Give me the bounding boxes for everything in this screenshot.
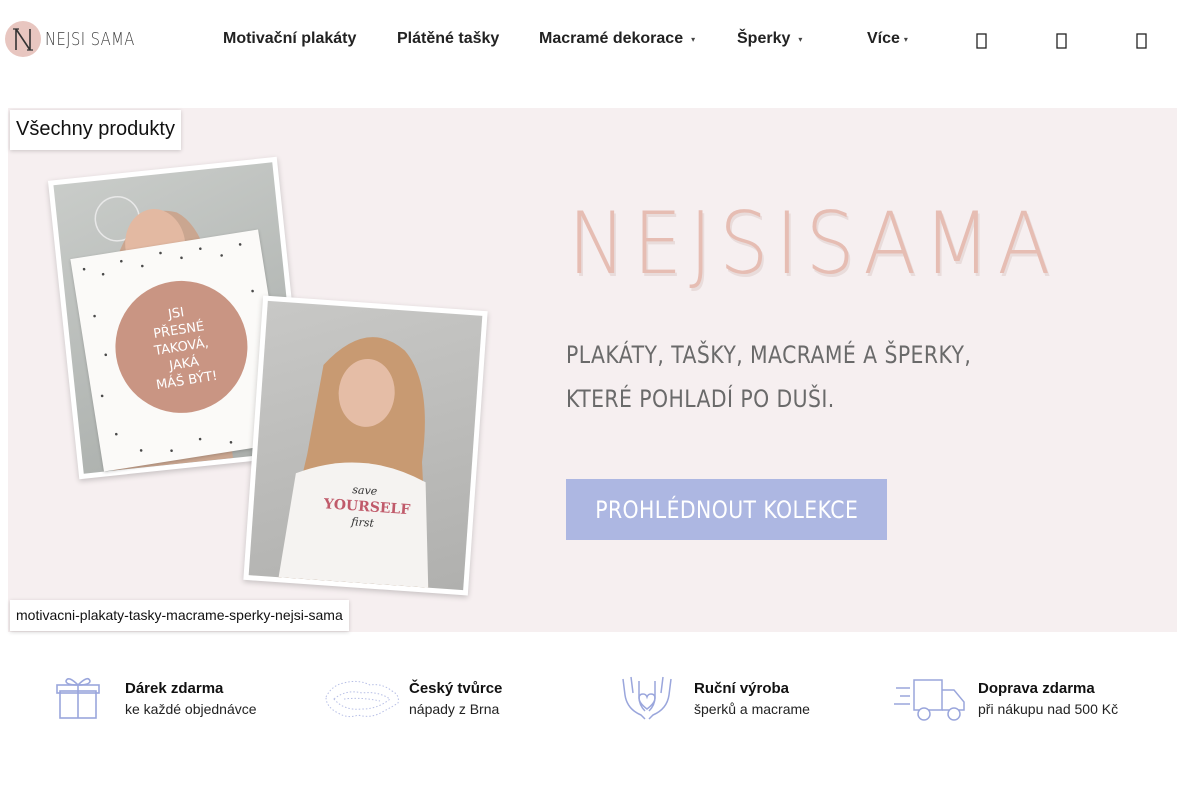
hero-subtitle: PLAKÁTY, TAŠKY, MACRAMÉ A ŠPERKY, KTERÉ … (566, 341, 972, 413)
cart-icon[interactable] (1136, 33, 1150, 49)
nav-item-vice[interactable]: Více ▾ (867, 30, 908, 48)
nav-item-sperky[interactable]: Šperky ▾ (737, 30, 802, 48)
nav-item-label: Macramé dekorace (539, 30, 684, 47)
nav-item-macrame-dekorace[interactable]: Macramé dekorace ▾ (539, 30, 695, 48)
chevron-down-icon: ▾ (798, 34, 803, 44)
chevron-down-icon: ▾ (903, 34, 908, 44)
nav-item-label: Více (867, 30, 900, 47)
category-tag-all-products[interactable]: Všechny produkty (10, 110, 181, 150)
feature-title: Doprava zdarma (978, 680, 1095, 697)
logo-text: NEJSI SAMA (45, 28, 135, 50)
nav-item-label: Motivační plakáty (223, 30, 357, 47)
feature-title: Dárek zdarma (125, 680, 224, 697)
site-header: NEJSI SAMA Motivační plakáty Plátěné taš… (0, 0, 1200, 80)
feature-subtitle: šperků a macrame (694, 701, 810, 717)
nav-item-label: Šperky (737, 30, 791, 47)
feature-title: Ruční výroba (694, 680, 790, 697)
feature-subtitle: při nákupu nad 500 Kč (978, 701, 1119, 717)
image-alt-label: motivacni-plakaty-tasky-macrame-sperky-n… (10, 600, 349, 631)
delivery-truck-icon (894, 676, 966, 727)
feature-subtitle: nápady z Brna (409, 701, 500, 717)
search-icon[interactable] (976, 33, 990, 49)
feature-free-shipping: Doprava zdarma při nákupu nad 500 Kč (894, 675, 1134, 723)
hands-heart-icon (617, 675, 677, 726)
czech-map-icon (322, 677, 402, 726)
nav-item-platene-tasky[interactable]: Plátěné tašky (397, 30, 499, 48)
site-logo[interactable]: NEJSI SAMA (5, 20, 155, 58)
feature-subtitle: ke každé objednávce (125, 701, 257, 717)
feature-czech-creator: Český tvůrce nápady z Brna (322, 675, 572, 723)
nav-item-motivacni-plakaty[interactable]: Motivační plakáty (223, 30, 356, 48)
user-icon[interactable] (1056, 33, 1070, 49)
hero-banner[interactable]: JSI PŘESNÉ TAKOVÁ, JAKÁ MÁŠ BÝT! save YO… (8, 108, 1177, 632)
nav-item-label: Plátěné tašky (397, 30, 500, 47)
brand-title: NEJSISAMA (568, 194, 1058, 294)
view-collections-button[interactable]: PROHLÉDNOUT KOLEKCE (566, 479, 887, 540)
feature-free-gift: Dárek zdarma ke každé objednávce (56, 675, 286, 723)
feature-title: Český tvůrce (409, 680, 503, 697)
logo-mark-icon (5, 21, 41, 57)
product-photo-shirt: save YOURSELF first (243, 295, 488, 596)
chevron-down-icon: ▾ (691, 34, 696, 44)
gift-icon (56, 675, 100, 726)
feature-handmade: Ruční výroba šperků a macrame (617, 675, 847, 723)
